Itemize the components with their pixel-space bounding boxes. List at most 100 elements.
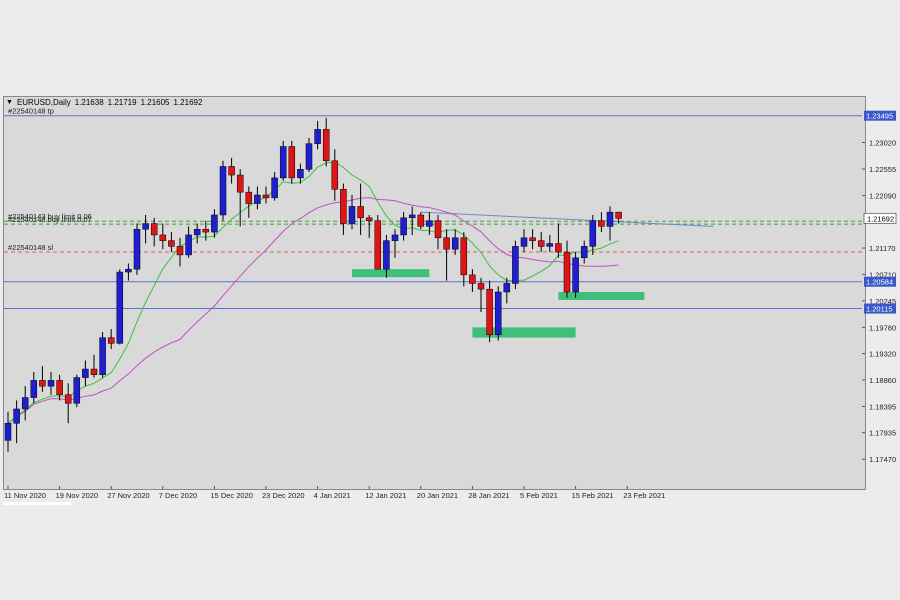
y-tick-label: 1.17935 <box>869 429 896 438</box>
x-tick-label: 5 Feb 2021 <box>520 491 558 500</box>
candle-body <box>219 166 227 216</box>
candle <box>451 229 459 255</box>
candle-body <box>520 237 528 247</box>
candle <box>340 183 347 235</box>
candle-body <box>426 220 433 227</box>
candle-body <box>348 206 356 224</box>
candle <box>193 223 201 244</box>
candle-body <box>598 220 605 227</box>
candle <box>529 229 536 250</box>
candle <box>331 149 339 201</box>
x-tick-label: 11 Nov 2020 <box>4 491 46 500</box>
candle <box>322 117 330 167</box>
candle <box>520 229 528 253</box>
current-price-text: 1.21692 <box>867 214 894 223</box>
candle-body <box>142 223 149 230</box>
candle <box>572 252 579 298</box>
candle-body <box>417 214 425 227</box>
y-tick-label: 1.22090 <box>869 192 896 201</box>
candle-body <box>107 337 115 344</box>
candle-body <box>589 220 597 247</box>
candle <box>133 223 141 275</box>
candle <box>598 212 605 233</box>
candle-body <box>469 274 476 284</box>
candle <box>512 240 519 290</box>
ohlc-open: 1.21638 <box>74 98 104 107</box>
candle <box>4 411 12 452</box>
x-tick-label: 7 Dec 2020 <box>159 491 197 500</box>
levels-layer <box>4 115 862 310</box>
candle-body <box>150 223 158 236</box>
candle <box>314 120 321 150</box>
level-price-tag-text: 1.20115 <box>866 305 893 314</box>
candle <box>64 383 72 424</box>
candle-body <box>383 240 390 270</box>
candle-body <box>305 143 313 170</box>
symbol-title: EURUSD,Daily <box>16 98 71 107</box>
candle <box>460 232 468 287</box>
x-tick-label: 12 Jan 2021 <box>365 491 406 500</box>
x-tick-label: 4 Jan 2021 <box>314 491 351 500</box>
candle <box>185 226 192 258</box>
candle-body <box>254 194 261 204</box>
candle-body <box>159 234 167 241</box>
candle-body <box>314 129 321 144</box>
candle-body <box>211 214 218 233</box>
candle-body <box>271 177 278 199</box>
candle <box>477 277 485 312</box>
ohlc-close: 1.21692 <box>173 98 203 107</box>
candle <box>47 371 55 395</box>
candle-body <box>39 380 46 387</box>
candle-body <box>503 283 511 293</box>
candle-body <box>537 240 545 247</box>
candle-body <box>21 397 29 410</box>
scroll-strip[interactable] <box>3 502 71 505</box>
candle <box>563 240 571 298</box>
candle-body <box>13 408 20 424</box>
candle <box>176 237 184 267</box>
candle <box>434 214 442 250</box>
x-axis: 11 Nov 2020 19 Nov 2020 27 Nov 2020 7 Dec 2… <box>4 486 665 500</box>
candle <box>305 137 313 173</box>
candle <box>589 214 597 255</box>
candle-body <box>297 169 304 179</box>
x-tick-label: 20 Jan 2021 <box>417 491 458 500</box>
y-axis: 1.230201.225551.220901.211701.207101.202… <box>862 139 897 464</box>
candle-body <box>133 228 141 270</box>
candle-body <box>331 160 339 190</box>
candle <box>90 354 98 378</box>
candle-body <box>494 291 502 336</box>
candle <box>494 286 502 341</box>
level-price-tag-text: 1.20584 <box>866 278 893 287</box>
candle-body <box>340 189 347 224</box>
candle <box>486 280 493 343</box>
candle <box>469 269 476 292</box>
y-tick-label: 1.19780 <box>869 323 896 332</box>
candle <box>580 240 588 264</box>
candle <box>159 223 167 250</box>
candle <box>142 214 149 244</box>
x-tick-label: 23 Dec 2020 <box>262 491 305 500</box>
triangle-down-icon[interactable]: ▼ <box>6 99 13 106</box>
candle-body <box>572 257 579 293</box>
chart-header: ▼ EURUSD,Daily 1.21638 1.21719 1.21605 1… <box>6 98 202 107</box>
candle-body <box>202 228 210 233</box>
candle-body <box>90 368 98 375</box>
y-tick-label: 1.18860 <box>869 376 896 385</box>
candle-body <box>477 283 485 290</box>
candle <box>400 212 407 241</box>
candle-body <box>116 271 124 344</box>
ohlc-high: 1.21719 <box>107 98 137 107</box>
candle-body <box>245 191 253 204</box>
candlestick-chart[interactable]: 1.230201.225551.220901.211701.207101.202… <box>0 0 900 600</box>
x-tick-label: 19 Nov 2020 <box>56 491 99 500</box>
candle-body <box>434 220 442 239</box>
candle <box>150 217 158 247</box>
candle <box>30 371 38 404</box>
candle-body <box>185 234 192 256</box>
candle <box>73 374 81 408</box>
candle-body <box>486 288 493 336</box>
support-zone <box>558 292 645 300</box>
candle-body <box>125 268 132 273</box>
candle <box>606 206 614 241</box>
